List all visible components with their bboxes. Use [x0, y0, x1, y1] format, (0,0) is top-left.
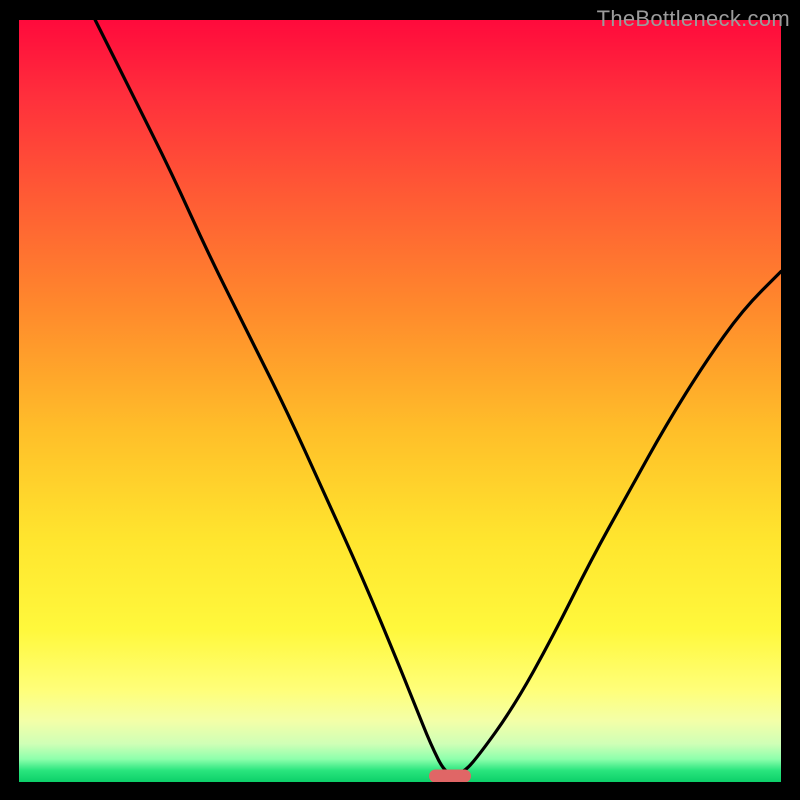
bottleneck-curve	[19, 20, 781, 782]
chart-frame: TheBottleneck.com	[0, 0, 800, 800]
optimum-marker	[429, 769, 471, 782]
plot-area	[19, 20, 781, 782]
watermark-text: TheBottleneck.com	[597, 6, 790, 32]
